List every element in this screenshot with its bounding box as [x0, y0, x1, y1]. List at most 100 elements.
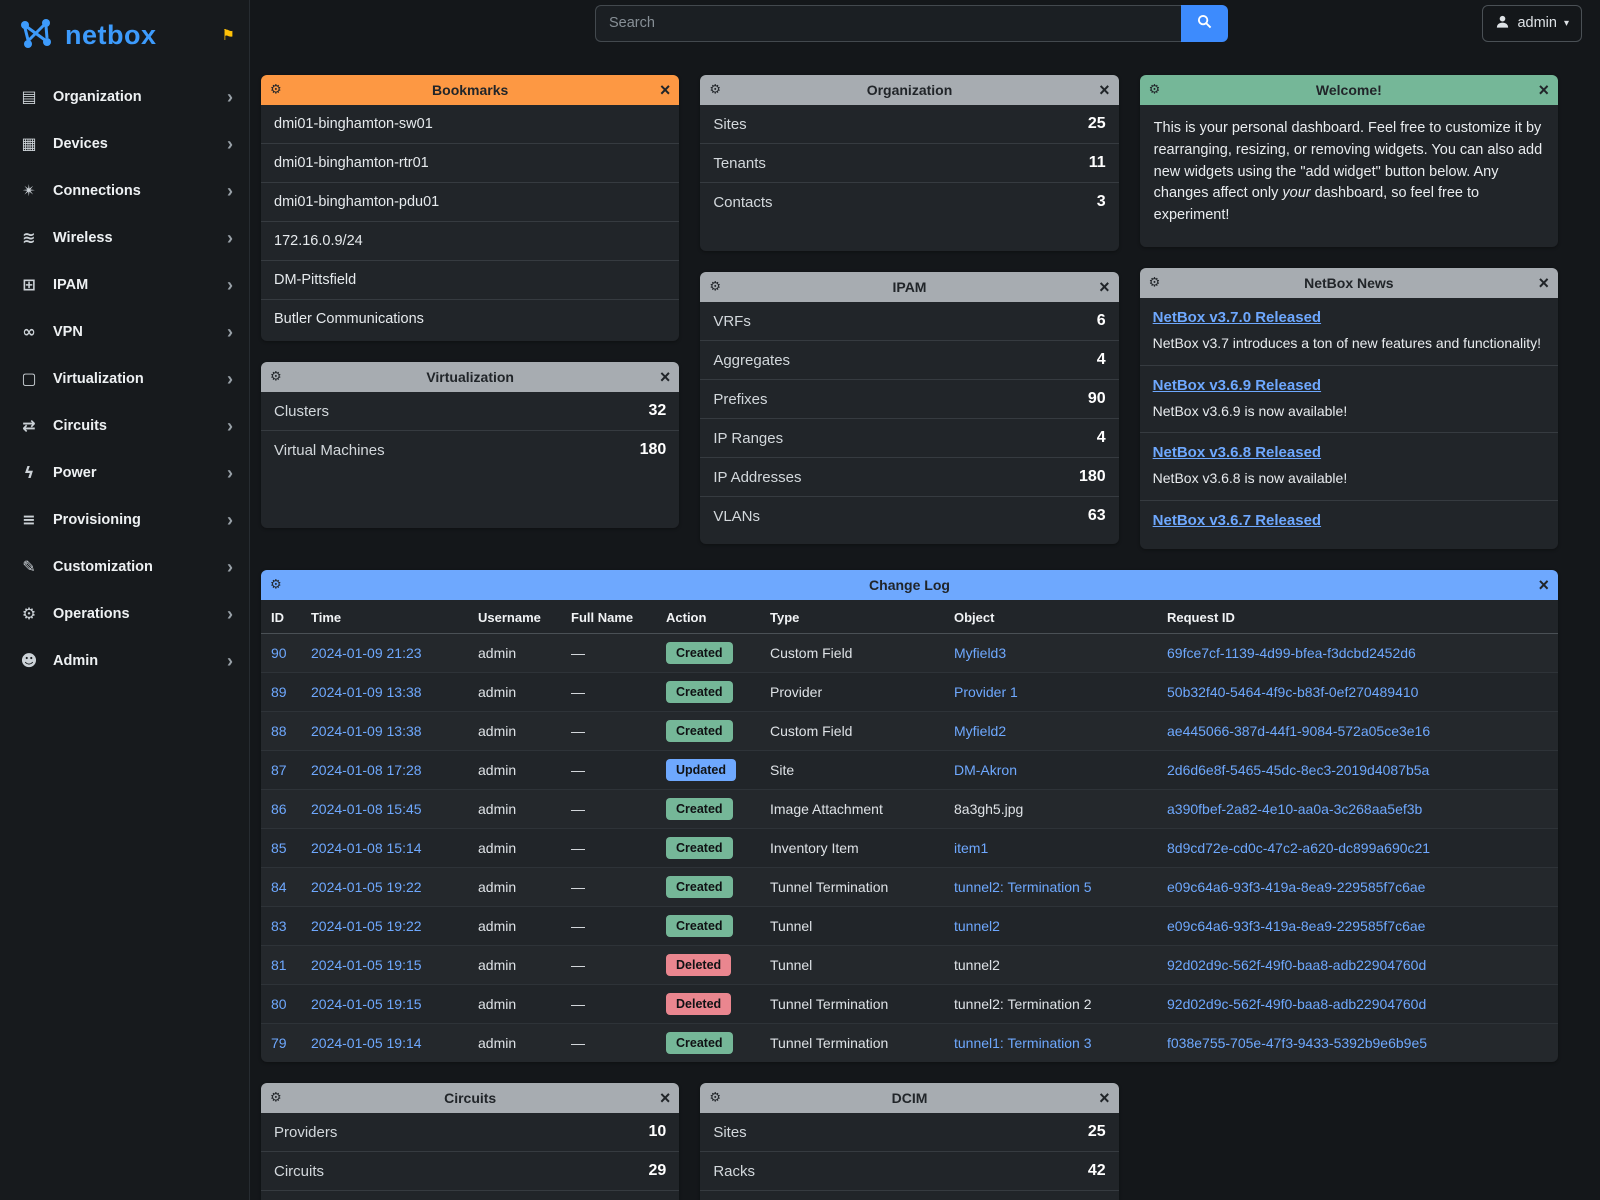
object-link[interactable]: tunnel2: Termination 5 [954, 879, 1092, 895]
sidebar-item-operations[interactable]: ⚙ Operations › [0, 590, 249, 637]
sidebar-item-wireless[interactable]: ≋ Wireless › [0, 214, 249, 261]
stat-value[interactable]: 25 [1088, 115, 1106, 133]
request-id-link[interactable]: 92d02d9c-562f-49f0-baa8-adb22904760d [1167, 957, 1426, 973]
brand-name[interactable]: netbox [65, 20, 157, 51]
change-time-link[interactable]: 2024-01-05 19:15 [311, 957, 422, 973]
change-time-link[interactable]: 2024-01-05 19:15 [311, 996, 422, 1012]
widget-close-icon[interactable]: × [660, 1089, 671, 1107]
sidebar-item-provisioning[interactable]: ≡ Provisioning › [0, 496, 249, 543]
sidebar-item-customization[interactable]: ✎ Customization › [0, 543, 249, 590]
widget-close-icon[interactable]: × [1099, 278, 1110, 296]
widget-close-icon[interactable]: × [1099, 1089, 1110, 1107]
object-link[interactable]: Myfield2 [954, 723, 1006, 739]
change-time-link[interactable]: 2024-01-09 21:23 [311, 645, 422, 661]
change-id-link[interactable]: 90 [271, 645, 287, 661]
widget-config-icon[interactable]: ⚙ [270, 84, 282, 97]
request-id-link[interactable]: 2d6d6e8f-5465-45dc-8ec3-2019d4087b5a [1167, 762, 1429, 778]
sidebar-item-power[interactable]: ϟ Power › [0, 449, 249, 496]
change-id-link[interactable]: 89 [271, 684, 287, 700]
stat-value[interactable]: 3 [1097, 193, 1106, 211]
sidebar-item-admin[interactable]: ☻ Admin › [0, 637, 249, 684]
change-time-link[interactable]: 2024-01-09 13:38 [311, 723, 422, 739]
sidebar-item-vpn[interactable]: ∞ VPN › [0, 308, 249, 355]
news-link[interactable]: NetBox v3.7.0 Released [1153, 309, 1321, 326]
sidebar-item-devices[interactable]: ▦ Devices › [0, 120, 249, 167]
object-link[interactable]: item1 [954, 840, 988, 856]
object-link[interactable]: Myfield3 [954, 645, 1006, 661]
change-id-link[interactable]: 79 [271, 1035, 287, 1051]
sidebar-pin-icon[interactable]: ⚑ [222, 26, 235, 44]
bookmark-link[interactable]: Butler Communications [261, 299, 679, 338]
news-link[interactable]: NetBox v3.6.7 Released [1153, 512, 1321, 529]
change-id-link[interactable]: 86 [271, 801, 287, 817]
bookmark-link[interactable]: dmi01-binghamton-rtr01 [261, 143, 679, 182]
request-id-link[interactable]: 92d02d9c-562f-49f0-baa8-adb22904760d [1167, 996, 1426, 1012]
search-button[interactable] [1181, 5, 1228, 42]
stat-value[interactable]: 63 [1088, 507, 1106, 525]
request-id-link[interactable]: f038e755-705e-47f3-9433-5392b9e6b9e5 [1167, 1035, 1427, 1051]
request-id-link[interactable]: ae445066-387d-44f1-9084-572a05ce3e16 [1167, 723, 1430, 739]
request-id-link[interactable]: 69fce7cf-1139-4d99-bfea-f3dcbd2452d6 [1167, 645, 1416, 661]
request-id-link[interactable]: a390fbef-2a82-4e10-aa0a-3c268aa5ef3b [1167, 801, 1422, 817]
widget-config-icon[interactable]: ⚙ [709, 281, 721, 294]
stat-value[interactable]: 180 [640, 441, 667, 459]
request-id-link[interactable]: 8d9cd72e-cd0c-47c2-a620-dc899a690c21 [1167, 840, 1430, 856]
sidebar-item-virtualization[interactable]: ▢ Virtualization › [0, 355, 249, 402]
stat-value[interactable]: 11 [1089, 154, 1106, 172]
widget-close-icon[interactable]: × [1538, 576, 1549, 594]
widget-close-icon[interactable]: × [660, 81, 671, 99]
change-id-link[interactable]: 81 [271, 957, 287, 973]
stat-value[interactable]: 42 [1088, 1162, 1106, 1180]
object-link[interactable]: DM-Akron [954, 762, 1017, 778]
change-id-link[interactable]: 85 [271, 840, 287, 856]
bookmark-link[interactable]: dmi01-binghamton-sw01 [261, 105, 679, 143]
widget-close-icon[interactable]: × [1538, 81, 1549, 99]
sidebar-item-organization[interactable]: ▤ Organization › [0, 73, 249, 120]
request-id-link[interactable]: e09c64a6-93f3-419a-8ea9-229585f7c6ae [1167, 879, 1425, 895]
object-link[interactable]: Provider 1 [954, 684, 1018, 700]
widget-config-icon[interactable]: ⚙ [270, 579, 282, 592]
change-time-link[interactable]: 2024-01-05 19:22 [311, 879, 422, 895]
change-time-link[interactable]: 2024-01-05 19:22 [311, 918, 422, 934]
bookmark-link[interactable]: DM-Pittsfield [261, 260, 679, 299]
widget-close-icon[interactable]: × [1099, 81, 1110, 99]
sidebar-item-circuits[interactable]: ⇄ Circuits › [0, 402, 249, 449]
widget-config-icon[interactable]: ⚙ [1149, 277, 1161, 290]
sidebar-item-connections[interactable]: ✴ Connections › [0, 167, 249, 214]
stat-value[interactable]: 6 [1097, 312, 1106, 330]
widget-config-icon[interactable]: ⚙ [1149, 84, 1161, 97]
change-id-link[interactable]: 87 [271, 762, 287, 778]
change-time-link[interactable]: 2024-01-08 17:28 [311, 762, 422, 778]
widget-close-icon[interactable]: × [660, 368, 671, 386]
search-input[interactable] [595, 5, 1181, 42]
request-id-link[interactable]: e09c64a6-93f3-419a-8ea9-229585f7c6ae [1167, 918, 1425, 934]
bookmark-link[interactable]: dmi01-binghamton-pdu01 [261, 182, 679, 221]
object-link[interactable]: tunnel2 [954, 918, 1000, 934]
widget-close-icon[interactable]: × [1538, 274, 1549, 292]
change-time-link[interactable]: 2024-01-08 15:45 [311, 801, 422, 817]
change-time-link[interactable]: 2024-01-08 15:14 [311, 840, 422, 856]
stat-value[interactable]: 25 [1088, 1123, 1106, 1141]
request-id-link[interactable]: 50b32f40-5464-4f9c-b83f-0ef270489410 [1167, 684, 1418, 700]
stat-value[interactable]: 4 [1097, 429, 1106, 447]
change-time-link[interactable]: 2024-01-05 19:14 [311, 1035, 422, 1051]
news-link[interactable]: NetBox v3.6.9 Released [1153, 377, 1321, 394]
stat-value[interactable]: 90 [1088, 390, 1106, 408]
stat-value[interactable]: 180 [1079, 468, 1106, 486]
stat-value[interactable]: 29 [649, 1162, 667, 1180]
sidebar-item-ipam[interactable]: ⊞ IPAM › [0, 261, 249, 308]
stat-value[interactable]: 10 [649, 1123, 667, 1141]
widget-config-icon[interactable]: ⚙ [709, 84, 721, 97]
user-menu-button[interactable]: admin ▾ [1482, 5, 1582, 42]
widget-config-icon[interactable]: ⚙ [270, 1092, 282, 1105]
change-id-link[interactable]: 88 [271, 723, 287, 739]
netbox-logo-icon[interactable] [16, 14, 56, 57]
change-id-link[interactable]: 83 [271, 918, 287, 934]
change-id-link[interactable]: 80 [271, 996, 287, 1012]
news-link[interactable]: NetBox v3.6.8 Released [1153, 444, 1321, 461]
widget-config-icon[interactable]: ⚙ [709, 1092, 721, 1105]
widget-config-icon[interactable]: ⚙ [270, 371, 282, 384]
bookmark-link[interactable]: 172.16.0.9/24 [261, 221, 679, 260]
stat-value[interactable]: 32 [649, 402, 667, 420]
change-id-link[interactable]: 84 [271, 879, 287, 895]
